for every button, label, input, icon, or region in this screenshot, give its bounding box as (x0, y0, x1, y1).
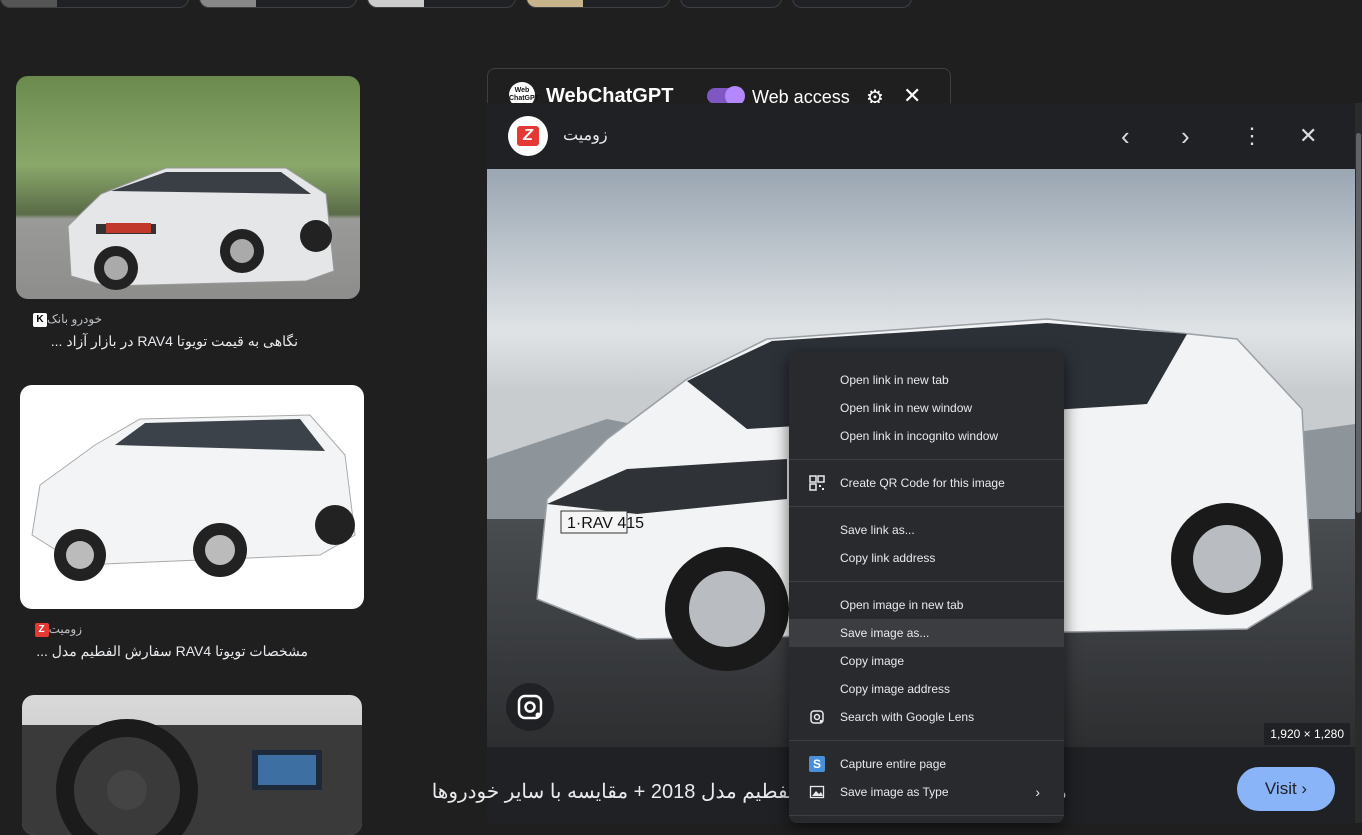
menu-label: Save image as Type (840, 785, 949, 799)
visit-button[interactable]: Visit › (1237, 767, 1335, 811)
menu-separator (789, 506, 1064, 507)
menu-capture-entire-page[interactable]: S Capture entire page (789, 750, 1064, 778)
menu-label: Create QR Code for this image (840, 476, 1005, 490)
context-menu: Open link in new tab Open link in new wi… (789, 352, 1064, 823)
menu-save-image-as[interactable]: Save image as... (789, 619, 1064, 647)
result-title[interactable]: مشخصات تویوتا RAV4 سفارش الفطیم مدل ... (20, 643, 308, 660)
preview-header: Z زومیت ‹ › ⋮ ✕ (487, 103, 1355, 169)
filter-chip[interactable] (199, 0, 357, 8)
filter-chip[interactable] (680, 0, 782, 8)
menu-separator (789, 815, 1064, 816)
menu-open-image-new-tab[interactable]: Open image in new tab (789, 591, 1064, 619)
filter-chip[interactable] (526, 0, 670, 8)
menu-label: Capture entire page (840, 757, 947, 771)
scrollbar-thumb[interactable] (1356, 133, 1361, 513)
menu-copy-image[interactable]: Copy image (789, 647, 1064, 675)
khodrobank-favicon-icon: K (33, 312, 48, 327)
web-access-toggle[interactable] (707, 86, 745, 106)
result-source: زومیتZ (20, 622, 82, 637)
visit-label: Visit (1264, 779, 1297, 798)
result-thumbnail[interactable] (20, 385, 364, 609)
scrollbar[interactable] (1355, 103, 1362, 823)
menu-save-link-as[interactable]: Save link as... (789, 516, 1064, 544)
close-icon[interactable]: ✕ (1299, 123, 1317, 149)
menu-open-link-new-tab[interactable]: Open link in new tab (789, 366, 1064, 394)
image-icon (809, 784, 825, 800)
menu-copy-link-address[interactable]: Copy link address (789, 544, 1064, 572)
filter-chip[interactable] (367, 0, 516, 8)
site-logo[interactable]: Z (508, 116, 548, 156)
site-name[interactable]: زومیت (563, 125, 608, 145)
menu-save-image-as-type[interactable]: Save image as Type › (789, 778, 1064, 806)
result-thumbnail[interactable] (22, 695, 362, 835)
zoomit-logo-icon: Z (517, 126, 539, 146)
filter-chip[interactable] (0, 0, 189, 8)
car-image (67, 167, 335, 290)
result-source-label: زومیت (48, 622, 82, 636)
car-interior-image (22, 719, 362, 835)
lens-icon (809, 709, 825, 725)
result-title[interactable]: نگاهی به قیمت تویوتا RAV4 در بازار آزاد … (16, 333, 298, 350)
filter-chip-strip (0, 0, 1362, 8)
license-plate: 1·RAV 415 (567, 515, 644, 532)
menu-separator (789, 459, 1064, 460)
chevron-left-icon[interactable]: ‹ (1121, 123, 1130, 149)
chevron-right-icon: › (1035, 784, 1040, 800)
image-dimensions: 1,920 × 1,280 (1264, 723, 1350, 745)
result-source: خودرو بانکK (16, 312, 102, 327)
menu-open-link-incognito[interactable]: Open link in incognito window (789, 422, 1064, 450)
zoomit-favicon-icon: Z (34, 622, 49, 637)
menu-open-link-new-window[interactable]: Open link in new window (789, 394, 1064, 422)
google-lens-button[interactable] (506, 683, 554, 731)
chevron-right-icon[interactable]: › (1181, 123, 1190, 149)
car-image (31, 414, 356, 581)
menu-create-qr-code[interactable]: Create QR Code for this image (789, 469, 1064, 497)
menu-copy-image-address[interactable]: Copy image address (789, 675, 1064, 703)
menu-separator (789, 740, 1064, 741)
filter-chip[interactable] (792, 0, 912, 8)
lens-icon (517, 694, 543, 720)
more-vert-icon[interactable]: ⋮ (1241, 123, 1263, 149)
capture-page-icon: S (809, 756, 825, 772)
menu-label: Search with Google Lens (840, 710, 975, 724)
result-thumbnail[interactable] (16, 76, 360, 299)
menu-separator (789, 581, 1064, 582)
result-source-label: خودرو بانک (47, 312, 102, 326)
qr-code-icon (809, 475, 825, 491)
menu-search-google-lens[interactable]: Search with Google Lens (789, 703, 1064, 731)
